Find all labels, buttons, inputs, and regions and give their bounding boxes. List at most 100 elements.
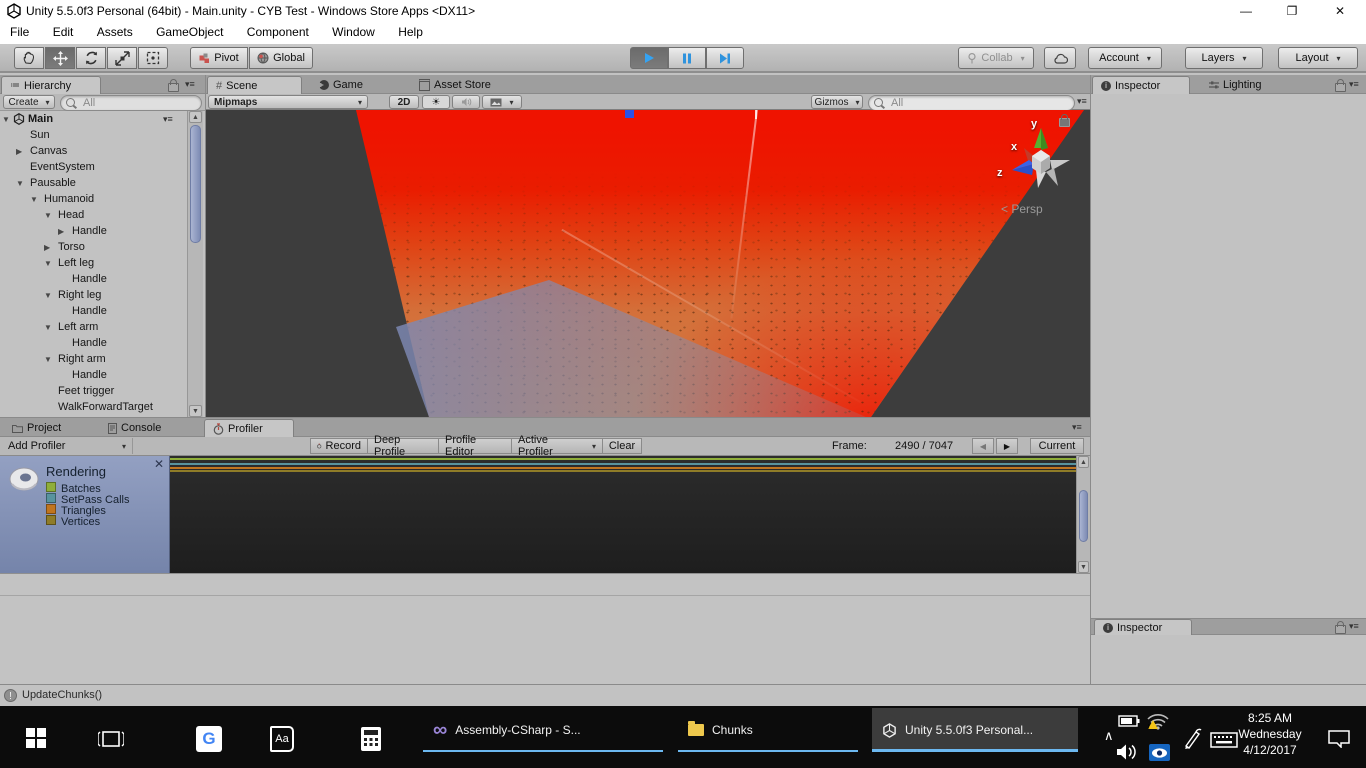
clear-button[interactable]: Clear	[602, 438, 642, 454]
panel-menu-icon[interactable]: ▾≡	[185, 79, 195, 90]
cloud-button[interactable]	[1044, 47, 1076, 69]
global-toggle-button[interactable]: Global	[249, 47, 313, 69]
active-profiler-dropdown[interactable]: Active Profiler ▾	[511, 438, 603, 454]
expand-arrow-icon[interactable]: ▼	[44, 355, 54, 364]
expand-arrow-icon[interactable]: ▼	[44, 291, 54, 300]
collab-dropdown[interactable]: Collab ▾	[958, 47, 1034, 69]
record-toggle-button[interactable]: Record	[310, 438, 368, 454]
prev-frame-button[interactable]: ◀	[972, 438, 994, 454]
volume-icon[interactable]	[1116, 743, 1140, 761]
pause-button[interactable]	[668, 47, 706, 69]
menu-assets[interactable]: Assets	[87, 22, 143, 44]
2d-toggle-button[interactable]: 2D	[389, 95, 419, 109]
expand-arrow-icon[interactable]: ▶	[44, 243, 54, 252]
action-center-icon[interactable]	[1328, 730, 1350, 748]
scrollbar-thumb[interactable]	[190, 125, 201, 243]
tab-inspector[interactable]: i Inspector	[1092, 76, 1190, 94]
tree-row[interactable]: ▼Pausable	[0, 175, 186, 191]
scroll-up-icon[interactable]: ▲	[189, 111, 202, 123]
panel-menu-icon[interactable]: ▾≡	[1349, 79, 1359, 90]
panel-menu-icon[interactable]: ▾≡	[1349, 621, 1359, 632]
tab-console[interactable]: Console	[100, 419, 192, 437]
menu-edit[interactable]: Edit	[43, 22, 84, 44]
move-tool-button[interactable]	[45, 47, 75, 69]
menu-help[interactable]: Help	[388, 22, 433, 44]
axis-z-label[interactable]: z	[997, 167, 1003, 179]
minimize-button[interactable]: —	[1226, 0, 1266, 22]
play-button[interactable]	[630, 47, 668, 69]
tab-profiler[interactable]: Profiler	[204, 419, 294, 437]
battery-icon[interactable]	[1118, 714, 1140, 728]
add-profiler-dropdown[interactable]: Add Profiler ▾	[2, 438, 130, 454]
tree-row[interactable]: ▼Left leg	[0, 255, 186, 271]
scene-menu-icon[interactable]: ▾≡	[163, 114, 173, 125]
persp-toggle[interactable]: < Persp	[1001, 202, 1043, 216]
tree-row[interactable]: ▼Left arm	[0, 319, 186, 335]
scene-orientation-gizmo[interactable]	[996, 118, 1086, 198]
tree-row[interactable]: Handle	[0, 271, 186, 287]
eye-app-icon[interactable]	[1149, 744, 1170, 761]
scrollbar-thumb[interactable]	[1079, 490, 1088, 542]
menu-component[interactable]: Component	[237, 22, 319, 44]
lock-icon[interactable]	[168, 83, 179, 92]
scene-effects-dropdown[interactable]: ▾	[482, 95, 522, 109]
chrome-taskbar-icon[interactable]: G	[196, 726, 222, 752]
tab-hierarchy[interactable]: ≔ Hierarchy	[1, 76, 101, 94]
expand-arrow-icon[interactable]: ▼	[16, 179, 26, 188]
panel-menu-icon[interactable]: ▾≡	[1077, 96, 1087, 107]
hierarchy-scrollbar[interactable]: ▲ ▼	[187, 111, 203, 417]
menu-file[interactable]: File	[0, 22, 39, 44]
maximize-button[interactable]: ❐	[1272, 0, 1312, 22]
start-button[interactable]	[26, 728, 46, 748]
expand-arrow-icon[interactable]: ▼	[44, 323, 54, 332]
tree-row[interactable]: WalkForwardTarget	[0, 399, 186, 415]
profile-editor-button[interactable]: Profile Editor	[438, 438, 512, 454]
tab-asset-store[interactable]: Asset Store	[411, 76, 511, 94]
account-dropdown[interactable]: Account ▾	[1088, 47, 1162, 69]
axis-x-label[interactable]: x	[1011, 141, 1017, 153]
profiler-chart[interactable]	[170, 456, 1076, 573]
tab-project[interactable]: Project	[4, 419, 96, 437]
scene-lock-icon[interactable]	[1059, 118, 1070, 127]
wifi-warning-icon[interactable]: !	[1146, 712, 1170, 730]
taskbar-button-chunks[interactable]: Chunks	[678, 708, 858, 752]
step-button[interactable]	[706, 47, 744, 69]
gizmos-dropdown[interactable]: Gizmos ▾	[811, 95, 863, 109]
legend-item-vertices[interactable]: Vertices	[46, 515, 100, 528]
create-dropdown[interactable]: Create ▾	[3, 95, 55, 109]
panel-menu-icon[interactable]: ▾≡	[1072, 422, 1082, 433]
expand-arrow-icon[interactable]: ▼	[44, 211, 54, 220]
tab-scene[interactable]: # Scene	[207, 76, 302, 94]
pen-input-icon[interactable]	[1182, 728, 1202, 750]
deep-profile-button[interactable]: Deep Profile	[367, 438, 439, 454]
tab-inspector-bottom[interactable]: i Inspector	[1094, 619, 1192, 635]
expand-arrow-icon[interactable]: ▼	[44, 259, 54, 268]
rect-tool-button[interactable]	[138, 47, 168, 69]
tree-row[interactable]: ▼Humanoid	[0, 191, 186, 207]
pivot-toggle-button[interactable]: Pivot	[190, 47, 248, 69]
close-icon[interactable]: ✕	[154, 457, 164, 471]
tray-expand-chevron[interactable]: ∧	[1104, 728, 1114, 744]
lock-icon[interactable]	[1335, 625, 1346, 634]
scale-tool-button[interactable]	[107, 47, 137, 69]
scene-audio-toggle[interactable]	[452, 95, 480, 109]
rotate-tool-button[interactable]	[76, 47, 106, 69]
expand-arrow-icon[interactable]: ▶	[58, 227, 68, 236]
layers-dropdown[interactable]: Layers ▾	[1185, 47, 1263, 69]
tree-row[interactable]: EventSystem	[0, 159, 186, 175]
tree-row[interactable]: ▼Head	[0, 207, 186, 223]
tab-lighting[interactable]: Lighting	[1201, 76, 1287, 94]
layout-dropdown[interactable]: Layout ▾	[1278, 47, 1358, 69]
statusbar[interactable]: ! UpdateChunks()	[0, 684, 1366, 706]
hand-tool-button[interactable]	[14, 47, 44, 69]
blue-cube-object[interactable]	[625, 110, 634, 118]
scroll-down-icon[interactable]: ▼	[1078, 561, 1089, 573]
scene-lighting-toggle[interactable]: ☀	[422, 95, 450, 109]
current-frame-button[interactable]: Current	[1030, 438, 1084, 454]
tree-row-main[interactable]: ▼ Main ▾≡	[0, 111, 186, 127]
hierarchy-search-input[interactable]: All	[60, 95, 202, 111]
tree-row[interactable]: Sun	[0, 127, 186, 143]
tree-row[interactable]: ▼Right leg	[0, 287, 186, 303]
tree-row[interactable]: Handle	[0, 367, 186, 383]
expand-arrow-icon[interactable]: ▼	[30, 195, 40, 204]
